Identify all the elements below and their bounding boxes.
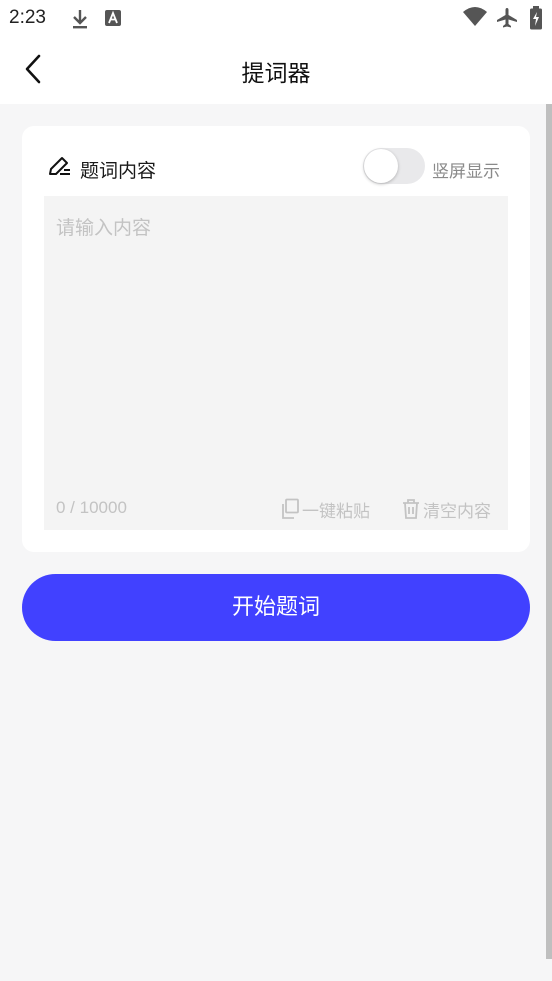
- status-bar: 2:23: [0, 0, 552, 38]
- clear-label: 清空内容: [423, 501, 491, 522]
- paste-label: 一键粘贴: [302, 501, 370, 522]
- airplane-icon: [496, 7, 518, 33]
- textarea-placeholder: 请输入内容: [56, 217, 152, 239]
- download-icon: [70, 8, 90, 34]
- clear-button[interactable]: 清空内容: [401, 497, 491, 522]
- content-label: 题词内容: [80, 160, 157, 182]
- page-title: 提词器: [241, 61, 311, 87]
- edit-pencil-icon: [46, 154, 72, 180]
- start-prompter-button[interactable]: 开始题词: [22, 574, 530, 641]
- scrollbar[interactable]: [546, 104, 552, 959]
- content-textarea[interactable]: [44, 196, 508, 530]
- content-card: 题词内容 竖屏显示 请输入内容 0 / 10000 一键粘贴 清空内容: [22, 126, 530, 552]
- app-header: 提词器: [0, 38, 552, 104]
- trash-icon: [403, 499, 419, 519]
- status-time: 2:23: [9, 7, 46, 28]
- portrait-toggle-label: 竖屏显示: [432, 162, 500, 182]
- bottom-area: [0, 959, 552, 981]
- char-counter: 0 / 10000: [56, 498, 127, 517]
- portrait-toggle[interactable]: [363, 148, 425, 184]
- text-a-icon: [104, 8, 122, 32]
- battery-charging-icon: [529, 6, 543, 34]
- paste-button[interactable]: 一键粘贴: [280, 497, 370, 522]
- wifi-icon: [462, 6, 488, 32]
- copy-icon: [282, 498, 299, 519]
- toggle-knob: [364, 149, 398, 183]
